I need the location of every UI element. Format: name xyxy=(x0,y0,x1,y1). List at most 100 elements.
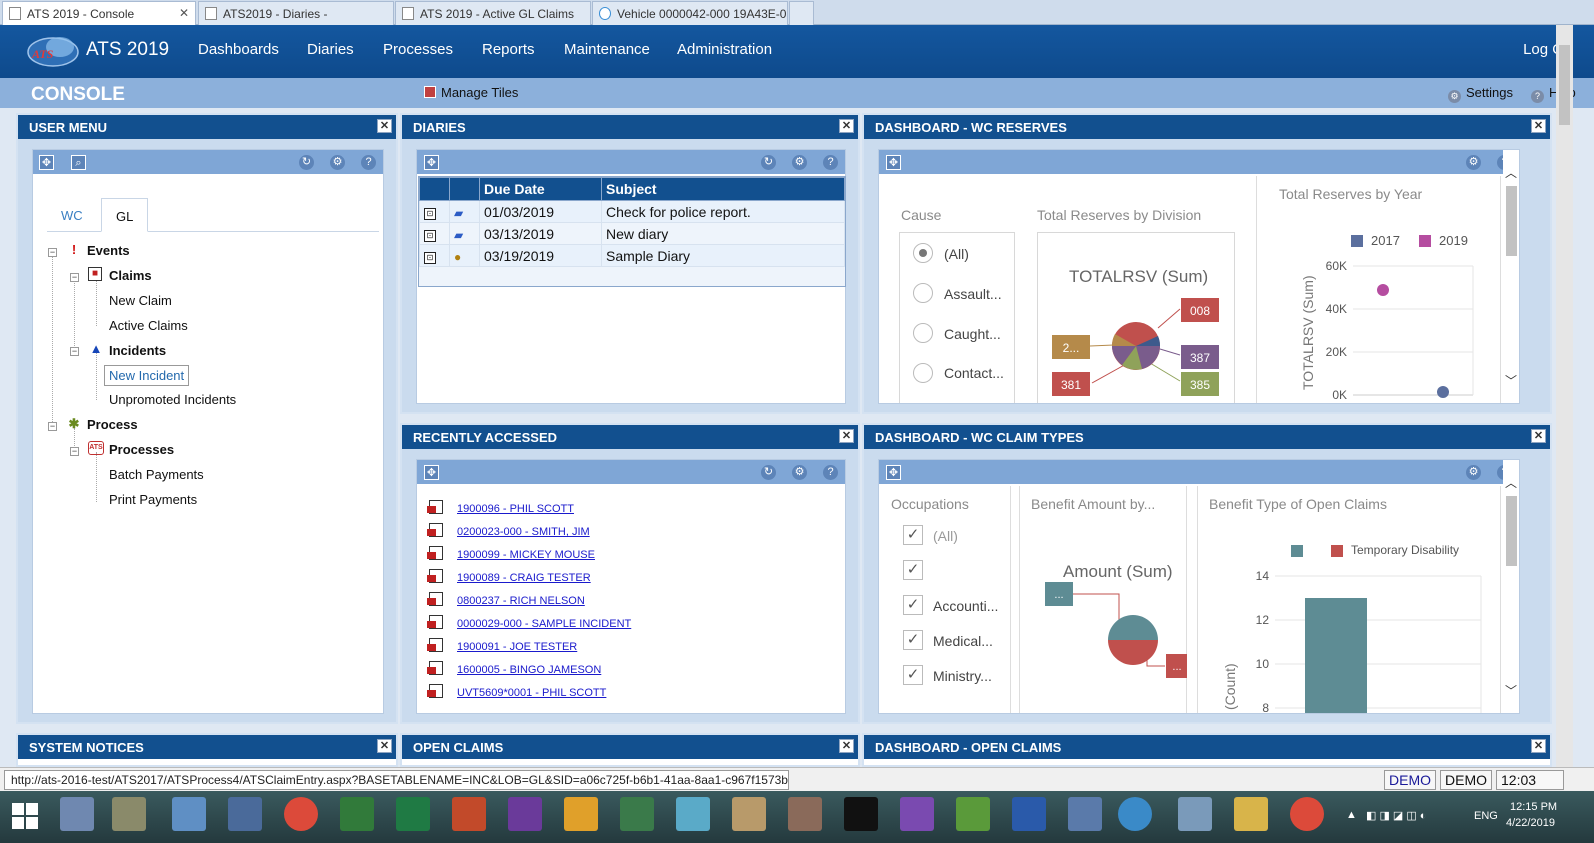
scrollbar-thumb[interactable] xyxy=(1506,186,1517,256)
recent-link[interactable]: 1900096 - PHIL SCOTT xyxy=(457,503,574,515)
scrollbar-thumb[interactable] xyxy=(1506,496,1517,566)
table-row[interactable]: ⊡ ▰ 03/13/2019 New diary xyxy=(419,222,845,245)
excel-icon[interactable] xyxy=(396,797,430,831)
expand-icon[interactable]: ✥ xyxy=(424,155,439,170)
nav-reports[interactable]: Reports xyxy=(482,41,535,58)
gear-icon[interactable]: ⚙ xyxy=(792,465,807,480)
clock-date[interactable]: 4/22/2019 xyxy=(1506,817,1555,829)
tools-icon[interactable] xyxy=(112,797,146,831)
tree-print-payments[interactable]: Print Payments xyxy=(109,492,197,507)
refresh-icon[interactable]: ↻ xyxy=(761,465,776,480)
project-icon[interactable] xyxy=(340,797,374,831)
recent-link[interactable]: 1900091 - JOE TESTER xyxy=(457,641,577,653)
list-item[interactable]: 0000029-000 - SAMPLE INCIDENT xyxy=(427,615,631,630)
browser-tab-diaries[interactable]: ATS2019 - Diaries - xyxy=(198,1,394,25)
close-panel-icon[interactable]: ✕ xyxy=(1531,429,1546,443)
nav-diaries[interactable]: Diaries xyxy=(307,41,354,58)
close-panel-icon[interactable]: ✕ xyxy=(1531,739,1546,753)
browser-tab-console[interactable]: ATS 2019 - Console ✕ xyxy=(2,1,196,25)
tab-gl[interactable]: GL xyxy=(101,198,149,232)
collapse-toggle[interactable]: − xyxy=(70,347,79,356)
close-panel-icon[interactable]: ✕ xyxy=(839,739,854,753)
checkbox-all[interactable]: ✓ xyxy=(903,525,923,545)
checkbox-medical[interactable]: ✓ xyxy=(903,630,923,650)
occupation-option[interactable]: (All) xyxy=(933,528,958,544)
occupation-option[interactable]: Accounti... xyxy=(933,598,998,614)
collapse-toggle[interactable]: − xyxy=(48,422,57,431)
close-panel-icon[interactable]: ✕ xyxy=(1531,119,1546,133)
folder-icon[interactable] xyxy=(1234,797,1268,831)
list-item[interactable]: 1900096 - PHIL SCOTT xyxy=(427,500,574,515)
scroll-up-icon[interactable]: ︿ xyxy=(1505,164,1517,181)
internet-explorer-icon[interactable] xyxy=(1118,797,1152,831)
table-row[interactable]: ⊡ ▰ 01/03/2019 Check for police report. xyxy=(419,200,845,223)
settings-button[interactable]: ⚙ Settings xyxy=(1448,85,1513,103)
checkbox-blank[interactable]: ✓ xyxy=(903,560,923,580)
tree-processes[interactable]: Processes xyxy=(109,442,174,457)
cause-option[interactable]: Assault... xyxy=(944,286,1002,302)
scroll-down-icon[interactable]: ﹀ xyxy=(1505,682,1517,699)
browser-tab-vehicle[interactable]: Vehicle 0000042-000 19A43E-0... xyxy=(592,1,788,25)
cause-option[interactable]: Contact... xyxy=(944,365,1004,381)
close-panel-icon[interactable]: ✕ xyxy=(377,119,392,133)
collapse-toggle[interactable]: − xyxy=(48,248,57,257)
tree-incidents[interactable]: Incidents xyxy=(109,343,166,358)
tree-new-incident[interactable]: New Incident xyxy=(104,365,190,386)
paint-icon[interactable] xyxy=(732,797,766,831)
page-scrollbar-thumb[interactable] xyxy=(1559,45,1570,125)
collapse-toggle[interactable]: − xyxy=(70,447,79,456)
radio-caught[interactable] xyxy=(913,323,933,343)
list-item[interactable]: 1600005 - BINGO JAMESON xyxy=(427,661,601,676)
app-icon[interactable] xyxy=(620,797,654,831)
tree-process[interactable]: Process xyxy=(87,417,138,432)
radio-contact[interactable] xyxy=(913,363,933,383)
cause-option[interactable]: Caught... xyxy=(944,326,1001,342)
open-diary-cell[interactable]: ⊡ xyxy=(419,222,450,245)
refresh-icon[interactable]: ↻ xyxy=(761,155,776,170)
vertical-scrollbar[interactable]: ︿ ﹀ xyxy=(1503,460,1519,713)
chrome-icon[interactable] xyxy=(1290,797,1324,831)
tree-active-claims[interactable]: Active Claims xyxy=(109,318,188,333)
column-header-subject[interactable]: Subject xyxy=(601,177,845,201)
recent-link[interactable]: 0800237 - RICH NELSON xyxy=(457,595,585,607)
window-icon[interactable] xyxy=(1068,797,1102,831)
scroll-up-icon[interactable]: ︿ xyxy=(1505,474,1517,491)
close-panel-icon[interactable]: ✕ xyxy=(839,119,854,133)
open-diary-cell[interactable]: ⊡ xyxy=(419,244,450,267)
gear-icon[interactable]: ⚙ xyxy=(792,155,807,170)
radio-all[interactable] xyxy=(913,243,933,263)
open-icon[interactable]: ⊡ xyxy=(424,208,436,220)
file-explorer-icon[interactable] xyxy=(60,797,94,831)
gear-icon[interactable]: ⚙ xyxy=(1466,155,1481,170)
close-panel-icon[interactable]: ✕ xyxy=(377,739,392,753)
app-icon[interactable] xyxy=(676,797,710,831)
language-indicator[interactable]: ENG xyxy=(1474,810,1498,822)
list-item[interactable]: UVT5609*0001 - PHIL SCOTT xyxy=(427,684,606,699)
pie-slice-teal[interactable] xyxy=(1108,615,1158,640)
nav-dashboards[interactable]: Dashboards xyxy=(198,41,279,58)
tree-batch-payments[interactable]: Batch Payments xyxy=(109,467,204,482)
word-icon[interactable] xyxy=(1012,797,1046,831)
chrome-icon[interactable] xyxy=(284,797,318,831)
pie-slice-red[interactable] xyxy=(1108,640,1158,665)
refresh-icon[interactable]: ↻ xyxy=(299,155,314,170)
app-icon[interactable] xyxy=(788,797,822,831)
vertical-scrollbar[interactable]: ︿ ﹀ xyxy=(1503,150,1519,403)
list-item[interactable]: 1900091 - JOE TESTER xyxy=(427,638,577,653)
close-tab-icon[interactable]: ✕ xyxy=(179,6,189,20)
visual-studio-icon[interactable] xyxy=(508,797,542,831)
expand-icon[interactable]: ✥ xyxy=(886,465,901,480)
nav-administration[interactable]: Administration xyxy=(677,41,772,58)
recent-link[interactable]: 0200023-000 - SMITH, JIM xyxy=(457,526,590,538)
tree-new-claim[interactable]: New Claim xyxy=(109,293,172,308)
open-diary-cell[interactable]: ⊡ xyxy=(419,200,450,223)
recent-link[interactable]: 1600005 - BINGO JAMESON xyxy=(457,664,601,676)
gear-icon[interactable]: ⚙ xyxy=(1466,465,1481,480)
list-item[interactable]: 1900089 - CRAIG TESTER xyxy=(427,569,591,584)
list-item[interactable]: 0200023-000 - SMITH, JIM xyxy=(427,523,590,538)
powerpoint-icon[interactable] xyxy=(452,797,486,831)
nav-maintenance[interactable]: Maintenance xyxy=(564,41,650,58)
list-item[interactable]: 1900099 - MICKEY MOUSE xyxy=(427,546,595,561)
scroll-down-icon[interactable]: ﹀ xyxy=(1505,372,1517,389)
app-icon[interactable] xyxy=(172,797,206,831)
